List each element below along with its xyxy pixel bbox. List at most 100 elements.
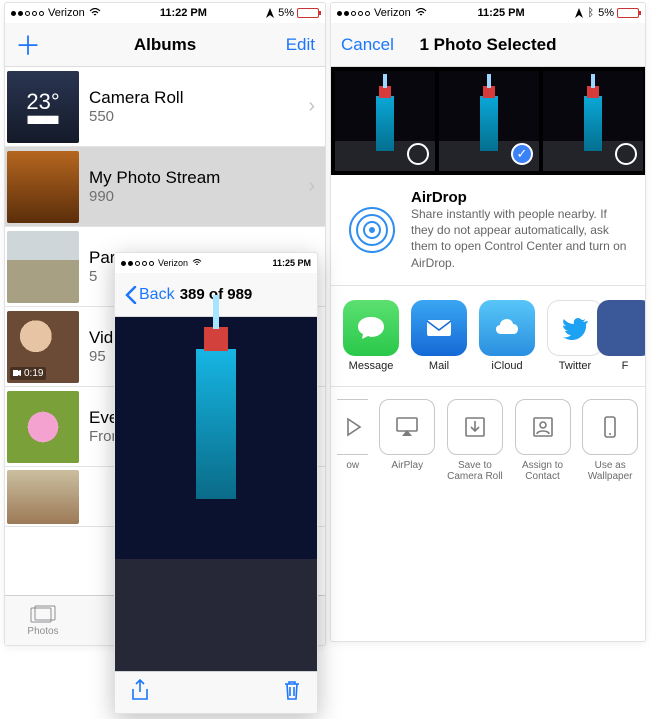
action-slideshow-button[interactable]: ow: [337, 399, 368, 483]
mail-icon: [411, 300, 467, 356]
share-icon: [129, 679, 151, 701]
airdrop-row[interactable]: AirDrop Share instantly with people near…: [331, 175, 645, 286]
battery-percent: 5%: [598, 7, 614, 19]
share-mail-button[interactable]: Mail: [411, 300, 467, 372]
share-screen: Verizon 11:25 PM ᛒ 5% Cancel 1 Photo Sel…: [330, 2, 646, 642]
photo-thumbnail[interactable]: [543, 71, 643, 171]
action-label: ow: [346, 460, 359, 472]
cloud-icon: [479, 300, 535, 356]
share-button[interactable]: [129, 679, 151, 706]
chevron-right-icon: ›: [308, 175, 315, 198]
action-wallpaper-button[interactable]: Use as Wallpaper: [581, 399, 639, 483]
share-label: iCloud: [491, 360, 522, 372]
bluetooth-icon: ᛒ: [587, 7, 594, 19]
select-circle[interactable]: [407, 143, 429, 165]
album-count: 550: [89, 108, 308, 125]
back-button[interactable]: Back: [125, 286, 175, 304]
share-more-button[interactable]: F: [615, 300, 635, 372]
albums-navbar: ＋ Albums Edit: [5, 23, 325, 67]
twitter-icon: [547, 300, 603, 356]
select-circle-checked[interactable]: ✓: [511, 143, 533, 165]
album-thumbnail: [7, 391, 79, 463]
action-assign-contact-button[interactable]: Assign to Contact: [514, 399, 572, 483]
tab-photos[interactable]: Photos: [5, 596, 81, 645]
download-icon: [447, 399, 503, 455]
battery-indicator: 5%: [598, 7, 639, 19]
action-save-button[interactable]: Save to Camera Roll: [446, 399, 504, 483]
album-count: 990: [89, 188, 308, 205]
edit-button[interactable]: Edit: [286, 35, 315, 55]
add-album-button[interactable]: ＋: [15, 26, 41, 63]
album-name: My Photo Stream: [89, 168, 308, 188]
play-icon: [337, 399, 368, 455]
album-thumbnail: 23°▇▇▇▇▇: [7, 71, 79, 143]
share-label: Mail: [429, 360, 449, 372]
album-row[interactable]: 23°▇▇▇▇▇ Camera Roll 550 ›: [5, 67, 325, 147]
album-name: Camera Roll: [89, 88, 308, 108]
action-label: AirPlay: [391, 460, 423, 472]
statusbar: Verizon 11:25 PM: [115, 253, 317, 273]
album-thumbnail: [7, 151, 79, 223]
airdrop-description: Share instantly with people nearby. If t…: [411, 206, 629, 271]
share-label: Twitter: [559, 360, 591, 372]
wifi-icon: [192, 259, 202, 267]
album-thumbnail: [7, 470, 79, 524]
location-icon: [266, 8, 274, 18]
share-services-row: Message Mail iCloud Twitter F: [331, 286, 645, 387]
select-circle[interactable]: [615, 143, 637, 165]
photo-thumbnail[interactable]: [335, 71, 435, 171]
message-icon: [343, 300, 399, 356]
contact-icon: [515, 399, 571, 455]
statusbar: Verizon 11:25 PM ᛒ 5%: [331, 3, 645, 23]
photo-strip[interactable]: ✓: [331, 67, 645, 175]
share-label: Message: [349, 360, 394, 372]
status-time: 11:25 PM: [272, 258, 311, 268]
battery-percent: 5%: [278, 7, 294, 19]
cancel-button[interactable]: Cancel: [341, 35, 394, 55]
photos-icon: [29, 605, 57, 625]
signal-icon: [337, 11, 370, 16]
action-row: ow AirPlay Save to Camera Roll Assign to…: [331, 387, 645, 495]
action-label: Assign to Contact: [514, 460, 572, 483]
trash-icon: [281, 679, 303, 701]
battery-indicator: 5%: [278, 7, 319, 19]
status-time: 11:25 PM: [478, 7, 525, 19]
action-label: Use as Wallpaper: [581, 460, 639, 483]
phone-icon: [582, 399, 638, 455]
share-twitter-button[interactable]: Twitter: [547, 300, 603, 372]
album-thumbnail: 0:19: [7, 311, 79, 383]
signal-icon: [121, 261, 154, 266]
photo-thumbnail[interactable]: ✓: [439, 71, 539, 171]
chevron-right-icon: ›: [308, 95, 315, 118]
wifi-icon: [89, 8, 101, 18]
facebook-icon: [597, 300, 646, 356]
airdrop-icon: [347, 205, 397, 255]
photo-viewport[interactable]: [115, 317, 317, 673]
carrier-label: Verizon: [158, 258, 188, 268]
airplay-icon: [379, 399, 435, 455]
album-thumbnail: [7, 231, 79, 303]
tab-label: Photos: [27, 626, 58, 637]
share-navbar: Cancel 1 Photo Selected: [331, 23, 645, 67]
share-icloud-button[interactable]: iCloud: [479, 300, 535, 372]
signal-icon: [11, 11, 44, 16]
photo-detail-screen: Verizon 11:25 PM Back 389 of 989: [114, 252, 318, 714]
page-title: Albums: [5, 35, 325, 55]
action-label: Save to Camera Roll: [446, 460, 504, 483]
location-icon: [575, 8, 583, 18]
chevron-left-icon: [125, 286, 137, 304]
statusbar: Verizon 11:22 PM 5%: [5, 3, 325, 23]
trash-button[interactable]: [281, 679, 303, 706]
share-label: F: [622, 360, 629, 372]
album-row[interactable]: My Photo Stream 990 ›: [5, 147, 325, 227]
action-airplay-button[interactable]: AirPlay: [378, 399, 436, 483]
camera-icon: [13, 370, 21, 376]
photo-toolbar: [115, 671, 317, 713]
carrier-label: Verizon: [48, 7, 85, 19]
airdrop-title: AirDrop: [411, 189, 629, 206]
wifi-icon: [415, 8, 427, 18]
share-message-button[interactable]: Message: [343, 300, 399, 372]
video-badge: 0:19: [10, 367, 46, 380]
carrier-label: Verizon: [374, 7, 411, 19]
status-time: 11:22 PM: [160, 7, 207, 19]
